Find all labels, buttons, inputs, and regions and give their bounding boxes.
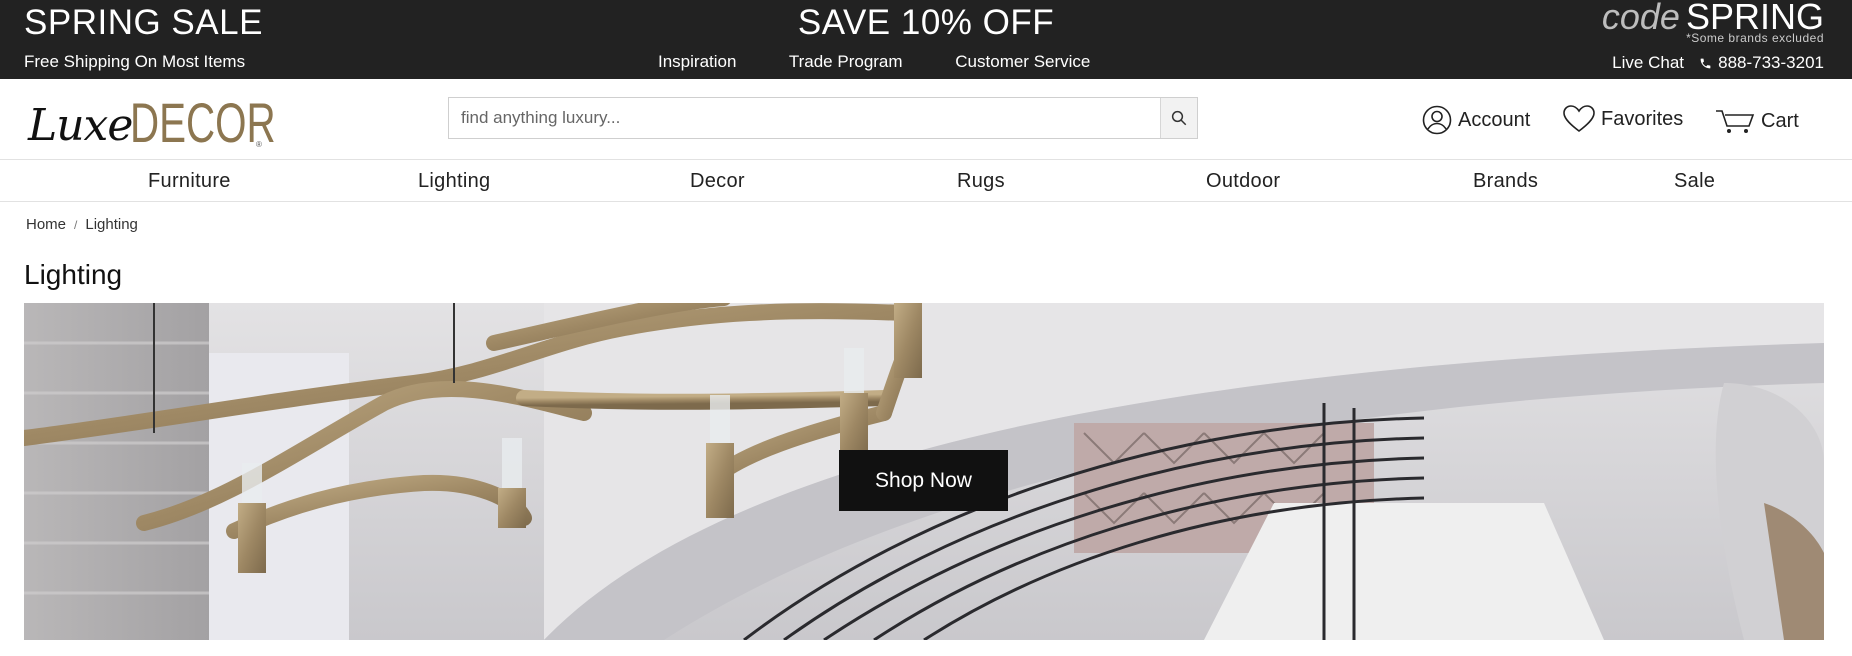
save-banner: SAVE 10% OFF — [797, 3, 1055, 42]
nav-outdoor[interactable]: Outdoor — [1206, 170, 1280, 193]
search-input[interactable] — [449, 98, 1163, 138]
logo-script: Luxe — [28, 100, 133, 151]
registered-mark: ® — [256, 140, 262, 149]
phone-icon — [1700, 58, 1711, 68]
account-icon — [1422, 105, 1452, 135]
excluded-note: *Some brands excluded — [1686, 31, 1824, 45]
nav-decor[interactable]: Decor — [690, 170, 745, 193]
logo-caps: DECOR — [130, 91, 277, 154]
favorites-link[interactable]: Favorites — [1563, 105, 1683, 133]
shop-now-button[interactable]: Shop Now — [839, 450, 1008, 511]
free-shipping-text[interactable]: Free Shipping On Most Items — [24, 52, 245, 72]
account-link[interactable]: Account — [1422, 105, 1530, 135]
nav-brands[interactable]: Brands — [1473, 170, 1538, 193]
nav-sale[interactable]: Sale — [1674, 170, 1715, 193]
search-icon — [1171, 110, 1187, 126]
promo-bar: SPRING SALE Free Shipping On Most Items … — [0, 0, 1852, 79]
page-title: Lighting — [24, 259, 123, 290]
link-trade-program[interactable]: Trade Program — [789, 52, 903, 71]
main-nav: Furniture Lighting Decor Rugs Outdoor Br… — [0, 159, 1852, 202]
breadcrumb-separator: / — [74, 218, 78, 232]
nav-rugs[interactable]: Rugs — [957, 170, 1005, 193]
luxedecor-logo[interactable]: Luxe DECOR ® — [28, 87, 333, 154]
breadcrumb-current: Lighting — [85, 216, 138, 233]
account-label: Account — [1458, 108, 1531, 131]
breadcrumb-home[interactable]: Home — [26, 216, 66, 233]
promo-code-label: code — [1601, 0, 1680, 37]
nav-furniture[interactable]: Furniture — [148, 170, 231, 193]
nav-lighting[interactable]: Lighting — [418, 170, 490, 193]
site-header: Luxe DECOR ® Account Favorites Cart — [0, 79, 1852, 160]
cart-icon — [1716, 110, 1755, 133]
search-box — [448, 97, 1198, 139]
utility-links: Inspiration Trade Program Customer Servi… — [658, 52, 1138, 72]
cart-link[interactable]: Cart — [1715, 108, 1799, 134]
live-chat-link[interactable]: Live Chat — [1612, 53, 1684, 73]
cart-label: Cart — [1761, 109, 1799, 132]
search-button[interactable] — [1160, 98, 1197, 138]
breadcrumb: Home / Lighting — [26, 216, 138, 233]
phone-link[interactable]: 888-733-3201 — [1699, 53, 1824, 73]
link-inspiration[interactable]: Inspiration — [658, 52, 736, 71]
heart-icon — [1563, 105, 1595, 133]
phone-number: 888-733-3201 — [1718, 53, 1824, 72]
link-customer-service[interactable]: Customer Service — [955, 52, 1090, 71]
favorites-label: Favorites — [1601, 107, 1684, 130]
